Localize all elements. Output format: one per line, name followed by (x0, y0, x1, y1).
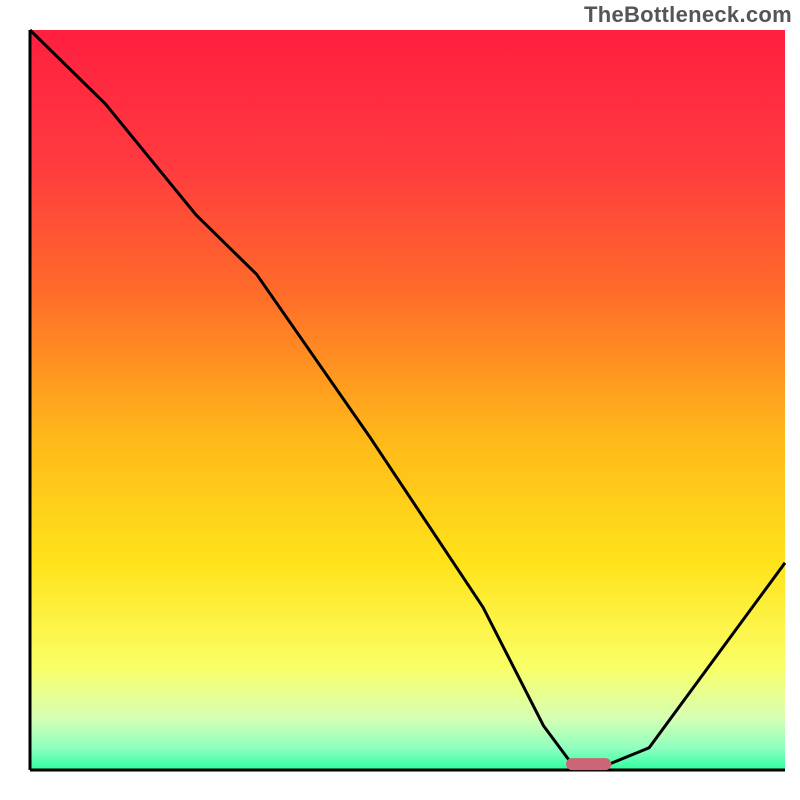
bottleneck-chart (0, 0, 800, 800)
plot-background (30, 30, 785, 770)
chart-container: TheBottleneck.com (0, 0, 800, 800)
optimal-marker (566, 758, 611, 770)
